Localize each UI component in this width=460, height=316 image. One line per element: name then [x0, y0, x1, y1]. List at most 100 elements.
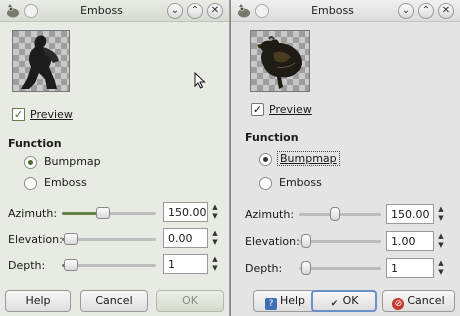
azimuth-spinbox[interactable]: 150.00 [386, 204, 434, 224]
minimize-button[interactable]: ⌄ [167, 3, 183, 19]
elevation-value[interactable]: 1.00 [391, 235, 416, 248]
help-button[interactable]: Help [5, 290, 71, 312]
elevation-spinbox[interactable]: 1.00 [386, 231, 434, 251]
bumpmap-label: Bumpmap [44, 155, 101, 168]
maximize-button[interactable]: ⌃ [187, 3, 203, 19]
slider-thumb[interactable] [64, 233, 78, 245]
depth-label: Depth: [8, 259, 46, 272]
emboss-radio-row[interactable]: Emboss [24, 176, 144, 192]
chevron-down-icon: ⌄ [170, 5, 180, 16]
figure-silhouette [21, 35, 59, 89]
depth-label: Depth: [245, 262, 283, 275]
slider-thumb[interactable] [64, 259, 78, 271]
window-title: Emboss [311, 4, 354, 17]
azimuth-value[interactable]: 150.00 [168, 206, 207, 219]
ok-button[interactable]: ✔ OK [311, 290, 377, 312]
ok-button[interactable]: OK [156, 290, 224, 312]
arrow-down-icon[interactable]: ▼ [208, 238, 222, 247]
arrow-down-icon[interactable]: ▼ [208, 212, 222, 221]
slider-thumb[interactable] [330, 207, 340, 221]
azimuth-spinbox[interactable]: 150.00 [163, 202, 208, 222]
arrow-up-icon[interactable]: ▲ [434, 232, 448, 241]
cancel-button[interactable]: ⊘ Cancel [382, 290, 455, 312]
rooster-silhouette [257, 36, 302, 89]
slider-track [299, 240, 381, 243]
title-bar[interactable]: Emboss ⌄ ⌃ ✕ [0, 0, 229, 22]
elevation-slider[interactable] [62, 232, 156, 246]
emboss-dialog-left: Emboss ⌄ ⌃ ✕ ✓ Preview Function Bumpmap … [0, 0, 230, 316]
azimuth-slider[interactable] [62, 206, 156, 220]
arrow-down-icon[interactable]: ▼ [434, 214, 448, 223]
elevation-slider[interactable] [299, 234, 381, 248]
ok-label: OK [182, 294, 198, 307]
elevation-label: Elevation: [8, 233, 63, 246]
depth-spinbox[interactable]: 1 [386, 258, 434, 278]
elevation-stepper[interactable]: ▲ ▼ [434, 232, 448, 250]
cancel-button[interactable]: Cancel [80, 290, 148, 312]
preview-checkbox[interactable]: ✓ [12, 108, 25, 121]
bumpmap-radio[interactable] [24, 156, 37, 169]
checkmark-icon: ✔ [330, 299, 339, 309]
preview-image[interactable] [250, 30, 310, 92]
pin-button[interactable] [255, 4, 269, 18]
bumpmap-label: Bumpmap [277, 151, 340, 166]
chevron-up-icon: ⌃ [421, 5, 431, 16]
minimize-button[interactable]: ⌄ [398, 3, 414, 19]
emboss-label: Emboss [44, 176, 87, 189]
bumpmap-radio-row[interactable]: Bumpmap [259, 151, 379, 168]
azimuth-stepper[interactable]: ▲ ▼ [208, 203, 222, 221]
arrow-up-icon[interactable]: ▲ [208, 229, 222, 238]
preview-label: Preview [269, 103, 312, 116]
emboss-radio[interactable] [259, 177, 272, 190]
preview-checkbox-row[interactable]: ✓ Preview [251, 102, 371, 118]
help-label: Help [279, 294, 306, 307]
elevation-label: Elevation: [245, 235, 300, 248]
depth-stepper[interactable]: ▲ ▼ [434, 259, 448, 277]
emboss-dialog-right: Emboss ⌄ ⌃ ✕ ✓ Preview Function Bumpmap … [231, 0, 460, 316]
preview-checkbox[interactable]: ✓ [251, 103, 264, 116]
depth-value[interactable]: 1 [391, 262, 398, 275]
gimp-wilber-icon[interactable] [5, 3, 21, 19]
cancel-label: Cancel [407, 294, 445, 307]
chevron-up-icon: ⌃ [190, 5, 200, 16]
ok-label: OK [342, 294, 359, 307]
depth-stepper[interactable]: ▲ ▼ [208, 255, 222, 273]
azimuth-stepper[interactable]: ▲ ▼ [434, 205, 448, 223]
depth-slider[interactable] [299, 261, 381, 275]
arrow-up-icon[interactable]: ▲ [434, 205, 448, 214]
close-icon: ✕ [210, 5, 220, 16]
arrow-down-icon[interactable]: ▼ [208, 264, 222, 273]
arrow-up-icon[interactable]: ▲ [208, 255, 222, 264]
azimuth-label: Azimuth: [8, 207, 58, 220]
elevation-value[interactable]: 0.00 [168, 232, 193, 245]
depth-value[interactable]: 1 [168, 258, 175, 271]
elevation-spinbox[interactable]: 0.00 [163, 228, 208, 248]
preview-image[interactable] [12, 30, 70, 92]
title-bar[interactable]: Emboss ⌄ ⌃ ✕ [231, 0, 460, 22]
bumpmap-radio[interactable] [259, 153, 272, 166]
elevation-stepper[interactable]: ▲ ▼ [208, 229, 222, 247]
slider-thumb[interactable] [96, 207, 110, 219]
arrow-down-icon[interactable]: ▼ [434, 241, 448, 250]
close-button[interactable]: ✕ [207, 3, 223, 19]
function-heading: Function [245, 131, 299, 144]
depth-spinbox[interactable]: 1 [163, 254, 208, 274]
preview-checkbox-row[interactable]: ✓ Preview [12, 107, 132, 123]
azimuth-slider[interactable] [299, 207, 381, 221]
gimp-wilber-icon[interactable] [236, 3, 252, 19]
arrow-up-icon[interactable]: ▲ [208, 203, 222, 212]
slider-thumb[interactable] [301, 261, 311, 275]
arrow-up-icon[interactable]: ▲ [434, 259, 448, 268]
azimuth-value[interactable]: 150.00 [391, 208, 430, 221]
depth-slider[interactable] [62, 258, 156, 272]
pin-button[interactable] [24, 4, 38, 18]
maximize-button[interactable]: ⌃ [418, 3, 434, 19]
help-button[interactable]: ? Help [253, 290, 317, 312]
slider-thumb[interactable] [301, 234, 311, 248]
emboss-radio-row[interactable]: Emboss [259, 176, 379, 192]
emboss-radio[interactable] [24, 177, 37, 190]
bumpmap-radio-row[interactable]: Bumpmap [24, 155, 144, 171]
arrow-down-icon[interactable]: ▼ [434, 268, 448, 277]
close-button[interactable]: ✕ [438, 3, 454, 19]
mouse-pointer-icon [194, 72, 206, 89]
